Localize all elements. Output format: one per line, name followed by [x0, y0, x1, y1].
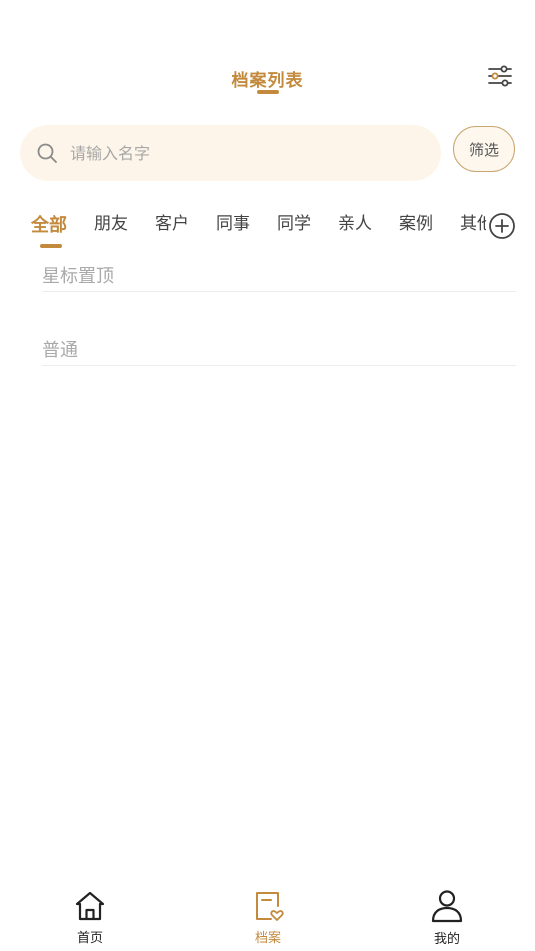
section-label: 星标置顶: [42, 266, 114, 287]
tab-all[interactable]: 全部: [31, 206, 67, 248]
nav-home[interactable]: 首页: [50, 884, 130, 946]
title-underline: [257, 90, 279, 94]
settings-button[interactable]: [484, 62, 516, 90]
sliders-icon: [488, 65, 512, 87]
category-tabs: 全部 朋友 客户 同事 同学 亲人 案例 其他: [0, 206, 486, 248]
page-title: 档案列表: [231, 71, 304, 91]
search-input[interactable]: [68, 142, 402, 164]
user-icon: [429, 888, 465, 924]
nav-profile[interactable]: 我的: [407, 884, 487, 947]
nav-archive[interactable]: 档案: [228, 884, 308, 946]
tab-others[interactable]: 其他: [460, 206, 486, 246]
tab-cases[interactable]: 案例: [399, 206, 433, 246]
nav-label: 首页: [76, 931, 103, 946]
section-starred: 星标置顶: [42, 261, 516, 292]
archive-list-page: 档案列表 筛选 全部: [0, 0, 535, 951]
tab-friends[interactable]: 朋友: [94, 206, 128, 246]
search-box[interactable]: [20, 125, 441, 181]
section-normal: 普通: [42, 335, 516, 366]
tab-classmates[interactable]: 同学: [277, 206, 311, 246]
filter-button[interactable]: 筛选: [453, 126, 515, 172]
tab-colleagues[interactable]: 同事: [216, 206, 250, 246]
search-icon: [36, 142, 58, 164]
tab-clients[interactable]: 客户: [155, 206, 189, 246]
home-icon: [72, 888, 108, 923]
add-tab-button[interactable]: [488, 212, 516, 240]
nav-label: 我的: [433, 932, 460, 947]
tab-relatives[interactable]: 亲人: [338, 206, 372, 246]
bottom-nav: 首页 档案 我的: [0, 884, 535, 951]
section-label: 普通: [42, 340, 78, 361]
header: 档案列表: [0, 56, 535, 100]
nav-label: 档案: [254, 931, 281, 946]
archive-heart-icon: [250, 888, 286, 923]
plus-circle-icon: [489, 213, 515, 239]
